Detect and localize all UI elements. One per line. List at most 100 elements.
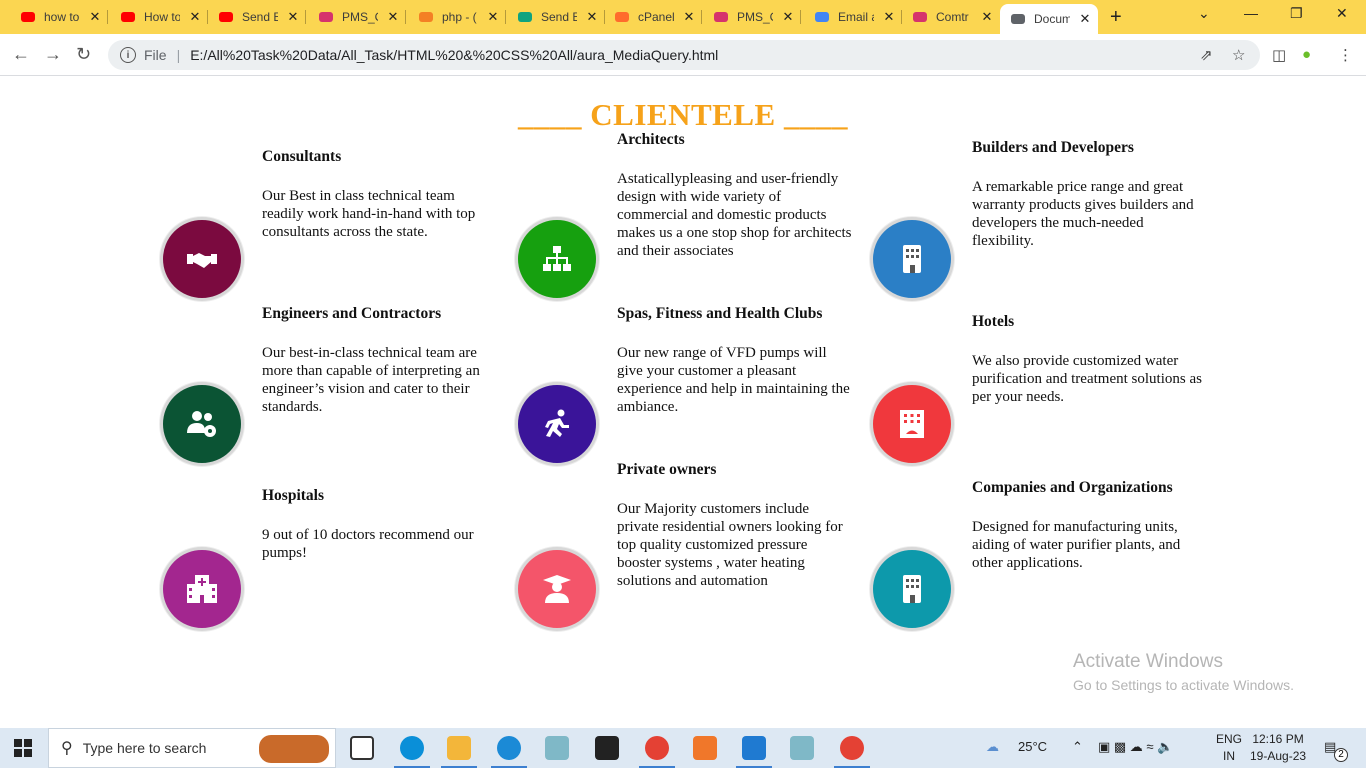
forward-icon[interactable]: → bbox=[44, 44, 62, 65]
client-description: We also provide customized water purific… bbox=[972, 353, 1202, 405]
weather-icon[interactable]: ☁ bbox=[986, 739, 999, 755]
browser-tab[interactable]: Send E ✕ bbox=[208, 4, 306, 30]
tab-title: PMS_C bbox=[737, 10, 773, 24]
file-explorer-icon[interactable] bbox=[441, 736, 477, 768]
close-tab-icon[interactable]: ✕ bbox=[980, 9, 994, 25]
close-tab-icon[interactable]: ✕ bbox=[1078, 11, 1092, 27]
close-tab-icon[interactable]: ✕ bbox=[682, 9, 696, 25]
google-icon bbox=[814, 9, 830, 25]
tab-title: How to bbox=[144, 10, 180, 24]
browser-tab[interactable]: php - ( ✕ bbox=[408, 4, 506, 30]
address-bar[interactable]: i File | E:/All%20Task%20Data/All_Task/H… bbox=[108, 40, 1260, 70]
building-icon bbox=[870, 217, 954, 301]
browser-tab[interactable]: PMS_C ✕ bbox=[703, 4, 801, 30]
client-description: Our new range of VFD pumps will give you… bbox=[617, 345, 850, 415]
new-tab-icon[interactable]: + bbox=[1110, 6, 1122, 29]
page-content: ____ CLIENTELE ____ Consultants Our Best … bbox=[0, 77, 1366, 728]
client-title: Spas, Fitness and Health Clubs bbox=[617, 305, 823, 322]
share-icon[interactable]: ⇗ bbox=[1200, 46, 1213, 64]
close-tab-icon[interactable]: ✕ bbox=[585, 9, 599, 25]
edge-icon[interactable] bbox=[491, 736, 527, 768]
tab-title: how to bbox=[44, 10, 80, 24]
activate-windows-subtitle: Go to Settings to activate Windows. bbox=[1073, 677, 1294, 693]
extension-icon[interactable]: ● bbox=[1302, 46, 1311, 63]
client-title: Engineers and Contractors bbox=[262, 305, 442, 322]
youtube-icon bbox=[20, 9, 36, 25]
chevron-up-icon[interactable]: ⌃ bbox=[1072, 739, 1083, 755]
stackoverflow-icon bbox=[418, 9, 434, 25]
app-icon bbox=[912, 9, 928, 25]
close-tab-icon[interactable]: ✕ bbox=[88, 9, 102, 25]
windows-taskbar: ⚲ Type here to search ☁ 25°C ⌃ ▣ ▩ ☁ ≈ 🔈… bbox=[0, 728, 1366, 768]
close-tab-icon[interactable]: ✕ bbox=[882, 9, 896, 25]
search-placeholder: Type here to search bbox=[82, 740, 207, 756]
tab-title: PMS_C bbox=[342, 10, 378, 24]
tab-title: cPanel bbox=[638, 10, 674, 24]
browser-tab[interactable]: Docum ✕ bbox=[1000, 4, 1098, 34]
browser-tab[interactable]: how to ✕ bbox=[10, 4, 108, 30]
client-card: Companies and Organizations Designed for … bbox=[870, 77, 1210, 631]
weather-temp[interactable]: 25°C bbox=[1018, 739, 1047, 754]
browser-tab[interactable]: PMS_C ✕ bbox=[308, 4, 406, 30]
sticky-notes-icon[interactable] bbox=[595, 736, 619, 760]
side-panel-icon[interactable]: ◫ bbox=[1272, 46, 1286, 64]
close-tab-icon[interactable]: ✕ bbox=[188, 9, 202, 25]
task-view-icon[interactable] bbox=[350, 736, 374, 760]
menu-kebab-icon[interactable]: ⋮ bbox=[1338, 46, 1353, 64]
close-tab-icon[interactable]: ✕ bbox=[286, 9, 300, 25]
close-tab-icon[interactable]: ✕ bbox=[781, 9, 795, 25]
chrome-profile-icon[interactable] bbox=[834, 736, 870, 768]
client-card: Private owners Our Majority customers inc… bbox=[515, 77, 855, 631]
tab-title: Email a bbox=[838, 10, 874, 24]
client-title: Hospitals bbox=[262, 487, 325, 504]
taskbar-search[interactable]: ⚲ Type here to search bbox=[48, 728, 336, 768]
client-title: Companies and Organizations bbox=[972, 479, 1173, 496]
browser-tab[interactable]: Email a ✕ bbox=[804, 4, 902, 30]
reload-icon[interactable]: ↻ bbox=[76, 44, 91, 65]
hospital-icon bbox=[160, 547, 244, 631]
close-window-icon[interactable]: ✕ bbox=[1336, 5, 1348, 22]
activate-windows-title: Activate Windows bbox=[1073, 651, 1223, 672]
client-title: Private owners bbox=[617, 461, 717, 478]
client-description: Our best-in-class technical team are mor… bbox=[262, 345, 480, 415]
language-indicator[interactable]: ENG IN bbox=[1216, 731, 1242, 765]
close-tab-icon[interactable]: ✕ bbox=[486, 9, 500, 25]
chatgpt-icon bbox=[517, 9, 533, 25]
browser-tab-strip: how to✕How to✕Send E✕PMS_C✕php - (✕Send … bbox=[0, 0, 1366, 34]
browser-tab[interactable]: cPanel ✕ bbox=[604, 4, 702, 30]
info-icon[interactable]: i bbox=[120, 47, 136, 63]
url-text[interactable]: E:/All%20Task%20Data/All_Task/HTML%20&%2… bbox=[190, 47, 718, 63]
xampp-icon[interactable] bbox=[693, 736, 717, 760]
browser-tab[interactable]: Send E ✕ bbox=[507, 4, 605, 30]
back-icon[interactable]: ← bbox=[12, 44, 30, 65]
tab-title: Send E bbox=[541, 10, 577, 24]
browser-tab[interactable]: Comtr ✕ bbox=[902, 4, 1000, 30]
client-card: Hospitals 9 out of 10 doctors recommend o… bbox=[160, 77, 500, 631]
tab-title: php - ( bbox=[442, 10, 477, 24]
app-icon bbox=[318, 9, 334, 25]
tray-icons[interactable]: ▣ ▩ ☁ ≈ 🔈 bbox=[1098, 739, 1173, 755]
close-tab-icon[interactable]: ✕ bbox=[386, 9, 400, 25]
client-title: Hotels bbox=[972, 313, 1015, 330]
client-description: Our Majority customers include private r… bbox=[617, 501, 843, 589]
app-icon[interactable] bbox=[790, 736, 814, 760]
time: 12:16 PM bbox=[1252, 732, 1304, 746]
bookmark-star-icon[interactable]: ☆ bbox=[1232, 46, 1245, 64]
vscode-icon[interactable] bbox=[736, 736, 772, 768]
maximize-icon[interactable]: ❐ bbox=[1290, 5, 1303, 22]
tab-search-icon[interactable]: ⌄ bbox=[1198, 5, 1210, 22]
browser-tab[interactable]: How to ✕ bbox=[110, 4, 208, 30]
windows-start-icon[interactable] bbox=[14, 739, 32, 757]
cpanel-icon bbox=[614, 9, 630, 25]
search-highlight-icon bbox=[259, 735, 329, 763]
tab-title: Docum bbox=[1034, 12, 1070, 26]
hotel-icon bbox=[870, 382, 954, 466]
skype-icon[interactable] bbox=[394, 736, 430, 768]
search-icon: ⚲ bbox=[61, 740, 73, 757]
users-cog-icon bbox=[160, 382, 244, 466]
app-icon[interactable] bbox=[545, 736, 569, 760]
sitemap-icon bbox=[515, 217, 599, 301]
chrome-icon[interactable] bbox=[639, 736, 675, 768]
clock[interactable]: 12:16 PM 19-Aug-23 bbox=[1250, 731, 1306, 765]
minimize-icon[interactable]: — bbox=[1244, 5, 1258, 21]
